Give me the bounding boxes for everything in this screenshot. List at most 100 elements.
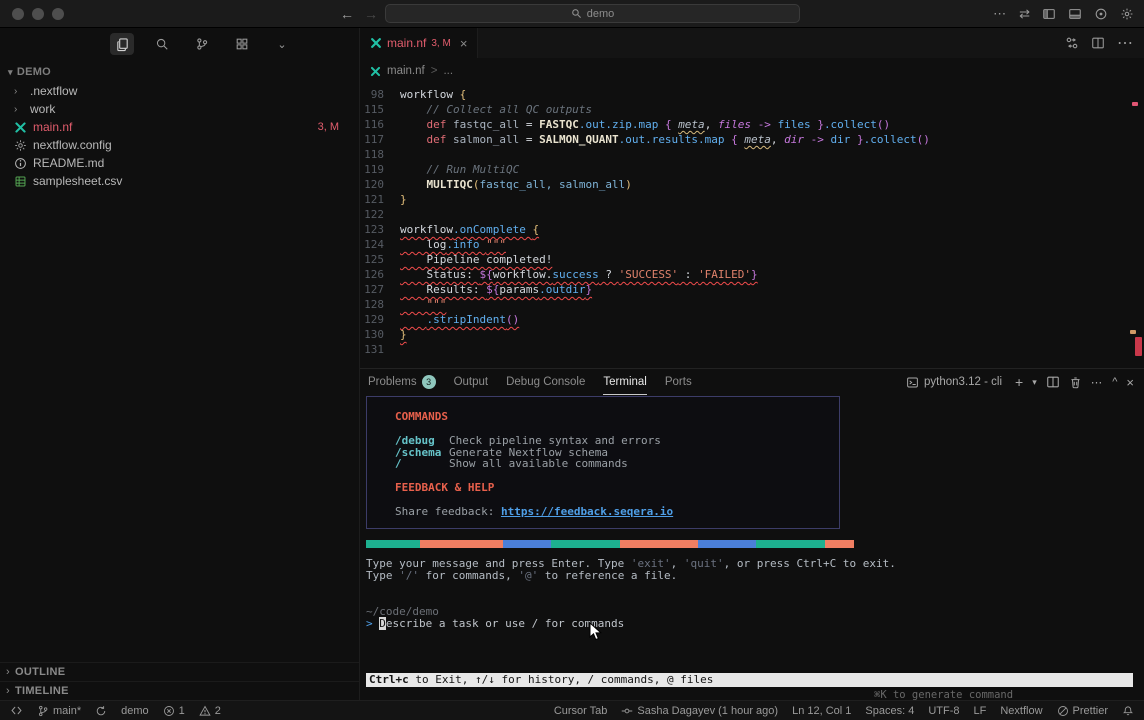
status-item-bell[interactable] [1122, 705, 1134, 717]
problems-count-badge: 3 [422, 375, 436, 389]
file-name: main.nf [33, 120, 72, 134]
file-item-nextflow-config[interactable]: nextflow.config [0, 136, 359, 154]
chevron-right-icon: › [6, 666, 10, 678]
file-item-samplesheet-csv[interactable]: samplesheet.csv [0, 172, 359, 190]
status-item-spaces-4[interactable]: Spaces: 4 [865, 705, 914, 717]
settings-gear-icon[interactable] [1120, 7, 1134, 21]
line-number: 120 [360, 177, 400, 192]
history-back-button[interactable]: ← [340, 6, 354, 22]
file-item-main-nf[interactable]: main.nf3, M [0, 118, 359, 136]
panel-tab-terminal[interactable]: Terminal [603, 369, 646, 395]
code-line-120[interactable]: 120 MULTIQC(fastqc_all, salmon_all) [360, 177, 1144, 192]
code-text: // Run MultiQC [400, 162, 519, 177]
more-icon[interactable]: ⋯ [993, 7, 1007, 20]
sidebar-section-outline[interactable]: ›OUTLINE [0, 662, 359, 681]
minimize-window-button[interactable] [32, 8, 44, 20]
terminal-command-row: /Show all available commands [395, 458, 839, 470]
terminal-instance-selector[interactable]: python3.12 - cli [906, 376, 1002, 389]
sidebar-action-files[interactable] [110, 33, 134, 55]
status-item-main[interactable]: main* [37, 705, 81, 717]
code-line-129[interactable]: 129 .stripIndent() [360, 312, 1144, 327]
code-line-128[interactable]: 128 """ [360, 297, 1144, 312]
code-line-115[interactable]: 115 // Collect all QC outputs [360, 102, 1144, 117]
status-item-cursor-tab[interactable]: Cursor Tab [554, 705, 608, 717]
code-line-117[interactable]: 117 def salmon_all = SALMON_QUANT.out.re… [360, 132, 1144, 147]
sidebar-action-chevron-down[interactable]: ⌄ [270, 33, 294, 55]
code-line-124[interactable]: 124 log.info """ [360, 237, 1144, 252]
code-line-119[interactable]: 119 // Run MultiQC [360, 162, 1144, 177]
tab-main-nf[interactable]: main.nf 3, M × [360, 28, 478, 58]
status-item-lf[interactable]: LF [974, 705, 987, 717]
feedback-link[interactable]: https://feedback.seqera.io [501, 505, 673, 518]
sidebar-action-extensions[interactable] [230, 33, 254, 55]
status-label: Spaces: 4 [865, 705, 914, 717]
status-item-utf-8[interactable]: UTF-8 [928, 705, 959, 717]
status-label: main* [53, 705, 81, 717]
terminal-prompt-input[interactable]: > Describe a task or use / for commands [366, 617, 624, 630]
status-item-2[interactable]: 2 [199, 705, 221, 717]
error-icon [163, 705, 175, 717]
code-line-118[interactable]: 118 [360, 147, 1144, 162]
code-line-125[interactable]: 125 Pipeline completed! [360, 252, 1144, 267]
app-window: ← → demo ⋯⇄ ⌄ ▾ DEMO ›.nextflow›workmain… [0, 0, 1144, 720]
panel-action-split-editor[interactable] [1046, 375, 1060, 389]
code-line-123[interactable]: 123workflow.onComplete { [360, 222, 1144, 237]
maximize-window-button[interactable] [52, 8, 64, 20]
layout-sidebar-icon[interactable] [1042, 7, 1056, 21]
copilot-icon[interactable] [1094, 7, 1108, 21]
code-editor[interactable]: 98workflow {115 // Collect all QC output… [360, 84, 1144, 368]
sidebar-action-source-control[interactable] [190, 33, 214, 55]
panel-tab-output[interactable]: Output [454, 369, 489, 395]
layout-panel-icon[interactable] [1068, 7, 1082, 21]
status-item-sync[interactable] [95, 705, 107, 717]
status-item-1[interactable]: 1 [163, 705, 185, 717]
compare-changes-icon[interactable] [1065, 36, 1079, 50]
explorer-section-header[interactable]: ▾ DEMO [0, 60, 359, 82]
sidebar-action-search[interactable] [150, 33, 174, 55]
line-number: 131 [360, 342, 400, 357]
panel-tab-debug-console[interactable]: Debug Console [506, 369, 585, 395]
panel-action-chevron-up[interactable]: ^ [1112, 376, 1117, 388]
status-item-sasha-dagayev-1-hour-ago[interactable]: Sasha Dagayev (1 hour ago) [621, 705, 778, 717]
status-item-demo[interactable]: demo [121, 705, 149, 717]
tab-close-icon[interactable]: × [460, 36, 468, 51]
breadcrumb-file[interactable]: main.nf [387, 65, 425, 77]
panel-action-close[interactable]: × [1126, 375, 1134, 390]
tab-label: main.nf [387, 36, 426, 50]
panel-action-add[interactable]: + [1015, 374, 1023, 390]
sidebar-section-timeline[interactable]: ›TIMELINE [0, 681, 359, 700]
status-item-prettier[interactable]: Prettier [1057, 705, 1108, 717]
split-editor-icon[interactable] [1091, 36, 1105, 50]
breadcrumb[interactable]: main.nf > ... [360, 58, 1144, 84]
file-item--nextflow[interactable]: ›.nextflow [0, 82, 359, 100]
overview-ruler-mark [1130, 330, 1136, 334]
terminal-icon [906, 376, 919, 389]
panel-tab-problems[interactable]: Problems3 [368, 369, 436, 395]
panel-action-more[interactable]: ⋯ [1091, 375, 1104, 389]
code-line-127[interactable]: 127 Results: ${params.outdir} [360, 282, 1144, 297]
status-label: Cursor Tab [554, 705, 608, 717]
code-line-116[interactable]: 116 def fastqc_all = FASTQC.out.zip.map … [360, 117, 1144, 132]
status-item-remote[interactable] [10, 704, 23, 717]
remote-icon [10, 704, 23, 717]
file-item-README-md[interactable]: README.md [0, 154, 359, 172]
search-value: demo [587, 8, 615, 20]
code-line-131[interactable]: 131 [360, 342, 1144, 357]
code-line-130[interactable]: 130} [360, 327, 1144, 342]
code-line-122[interactable]: 122 [360, 207, 1144, 222]
code-line-121[interactable]: 121} [360, 192, 1144, 207]
panel-tab-ports[interactable]: Ports [665, 369, 692, 395]
panel-action-chevron-down-small[interactable]: ▾ [1032, 377, 1037, 388]
swap-arrows-icon[interactable]: ⇄ [1019, 7, 1030, 20]
command-center-search[interactable]: demo [385, 4, 800, 23]
gradient-segment [698, 540, 757, 548]
close-window-button[interactable] [12, 8, 24, 20]
panel-action-trash[interactable] [1069, 376, 1082, 389]
code-line-126[interactable]: 126 Status: ${workflow.success ? 'SUCCES… [360, 267, 1144, 282]
status-item-ln-12-col-1[interactable]: Ln 12, Col 1 [792, 705, 851, 717]
breadcrumb-symbol[interactable]: ... [443, 65, 453, 77]
file-item-work[interactable]: ›work [0, 100, 359, 118]
more-icon[interactable]: ⋯ [1117, 33, 1134, 53]
code-line-98[interactable]: 98workflow { [360, 87, 1144, 102]
status-item-nextflow[interactable]: Nextflow [1000, 705, 1042, 717]
